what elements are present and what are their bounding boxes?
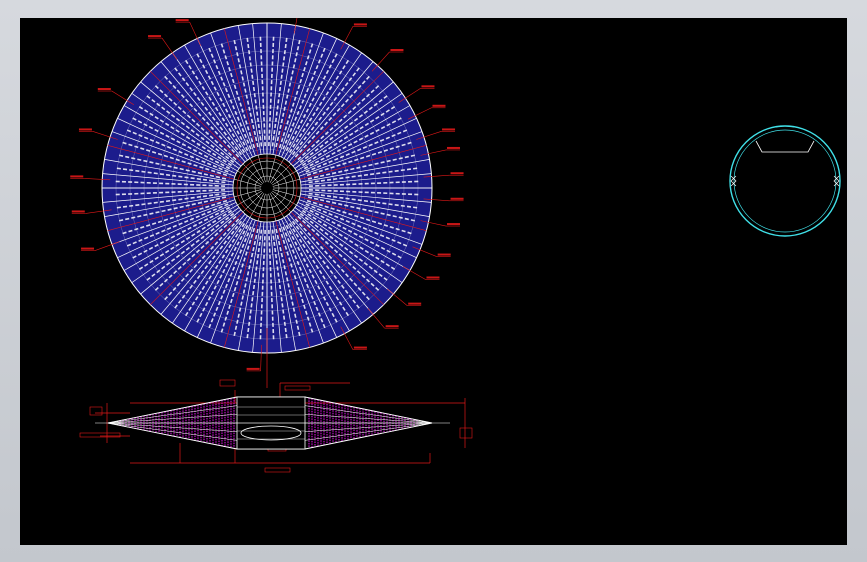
callout-tag <box>78 128 92 131</box>
callout-tag <box>450 197 464 200</box>
callout-tag <box>442 128 456 131</box>
elevation-dimension-box <box>89 406 103 416</box>
elevation-dimension-box <box>219 379 236 387</box>
ring-right-notch <box>833 175 840 187</box>
ring-detail-view <box>729 125 841 237</box>
callout-tag <box>148 35 162 38</box>
callout-tag <box>71 210 85 213</box>
cad-drawing-viewport[interactable] <box>20 18 847 545</box>
elevation-cable <box>107 405 238 424</box>
ring-top-slot <box>755 140 815 153</box>
callout-tag <box>97 88 111 91</box>
callout-tag <box>447 223 461 226</box>
callout-tag <box>390 49 404 52</box>
callout-tag <box>450 172 464 175</box>
elevation-dimension-box <box>459 427 473 439</box>
elevation-dimension-box <box>79 432 121 438</box>
callout-tag <box>432 104 446 107</box>
ring-outer-circle <box>729 125 841 237</box>
ring-inner-circle <box>733 129 837 233</box>
elevation-outline <box>95 396 450 450</box>
circular-plan-view <box>70 18 464 388</box>
plan-center-hub <box>232 153 302 223</box>
lens-elevation-view <box>79 379 473 473</box>
elevation-cable <box>107 396 238 424</box>
elevation-dimension-box <box>284 385 311 391</box>
callout-tag <box>70 175 84 178</box>
callout-tag <box>385 325 399 328</box>
callout-tag <box>408 302 422 305</box>
cad-drawing <box>70 18 841 473</box>
callout-tag <box>437 253 451 256</box>
callout-tag <box>353 346 367 349</box>
callout-tag <box>421 85 435 88</box>
ring-left-notch <box>730 175 737 187</box>
callout-tag <box>81 247 95 250</box>
callout-tag <box>246 367 260 370</box>
callout-tag <box>426 276 440 279</box>
callout-tag <box>447 146 461 149</box>
callout-tag <box>175 19 189 22</box>
callout-tag <box>353 23 367 26</box>
elevation-dimension-box <box>264 467 291 473</box>
elevation-cable <box>107 422 238 441</box>
